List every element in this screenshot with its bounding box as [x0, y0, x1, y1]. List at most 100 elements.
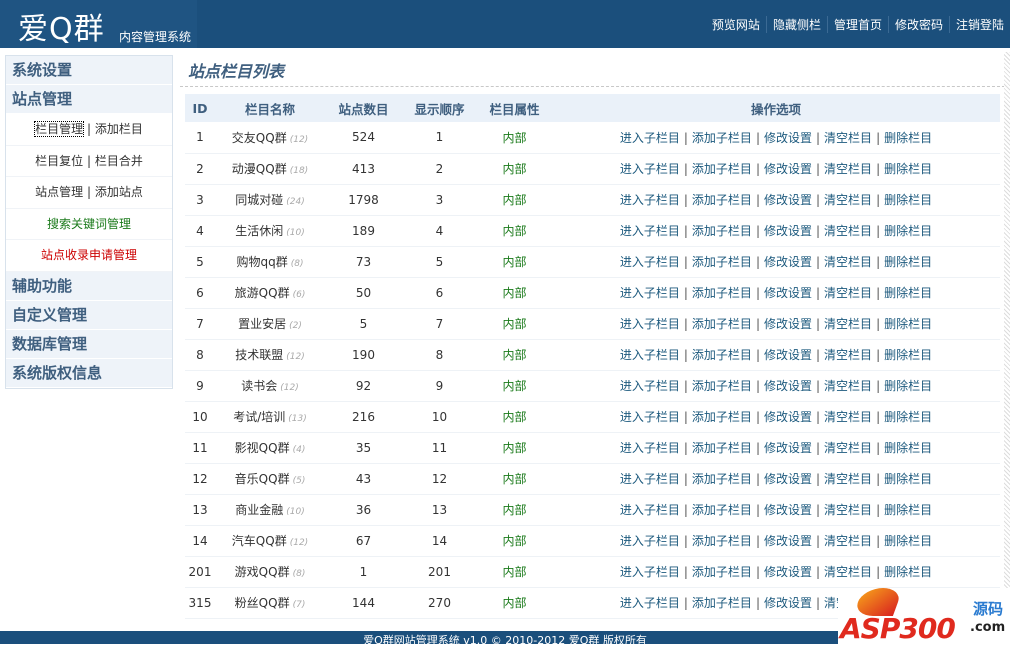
- enter-subcolumn-link[interactable]: 进入子栏目: [620, 317, 680, 331]
- sidebar-link-column-management[interactable]: 栏目管理: [34, 121, 85, 137]
- add-subcolumn-link[interactable]: 添加子栏目: [692, 348, 752, 362]
- add-subcolumn-link[interactable]: 添加子栏目: [692, 255, 752, 269]
- add-subcolumn-link[interactable]: 添加子栏目: [692, 193, 752, 207]
- clear-column-link[interactable]: 清空栏目: [824, 317, 872, 331]
- add-subcolumn-link[interactable]: 添加子栏目: [692, 162, 752, 176]
- enter-subcolumn-link[interactable]: 进入子栏目: [620, 348, 680, 362]
- sidebar-link-keyword-management[interactable]: 搜索关键词管理: [47, 217, 131, 231]
- add-subcolumn-link[interactable]: 添加子栏目: [692, 286, 752, 300]
- add-subcolumn-link[interactable]: 添加子栏目: [692, 317, 752, 331]
- add-subcolumn-link[interactable]: 添加子栏目: [692, 534, 752, 548]
- clear-column-link[interactable]: 清空栏目: [824, 224, 872, 238]
- enter-subcolumn-link[interactable]: 进入子栏目: [620, 131, 680, 145]
- sidebar-link-site-management[interactable]: 站点管理: [35, 185, 83, 199]
- delete-column-link[interactable]: 删除栏目: [884, 348, 932, 362]
- delete-column-link[interactable]: 删除栏目: [884, 472, 932, 486]
- enter-subcolumn-link[interactable]: 进入子栏目: [620, 472, 680, 486]
- delete-column-link[interactable]: 删除栏目: [884, 286, 932, 300]
- clear-column-link[interactable]: 清空栏目: [824, 441, 872, 455]
- delete-column-link[interactable]: 删除栏目: [884, 379, 932, 393]
- edit-settings-link[interactable]: 修改设置: [764, 193, 812, 207]
- edit-settings-link[interactable]: 修改设置: [764, 596, 812, 610]
- add-subcolumn-link[interactable]: 添加子栏目: [692, 503, 752, 517]
- add-subcolumn-link[interactable]: 添加子栏目: [692, 596, 752, 610]
- edit-settings-link[interactable]: 修改设置: [764, 441, 812, 455]
- sidebar-section-aux[interactable]: 辅助功能: [6, 271, 172, 301]
- delete-column-link[interactable]: 删除栏目: [884, 131, 932, 145]
- delete-column-link[interactable]: 删除栏目: [884, 193, 932, 207]
- add-subcolumn-link[interactable]: 添加子栏目: [692, 131, 752, 145]
- nav-logout[interactable]: 注销登陆: [948, 16, 1010, 33]
- enter-subcolumn-link[interactable]: 进入子栏目: [620, 255, 680, 269]
- clear-column-link[interactable]: 清空栏目: [824, 255, 872, 269]
- edit-settings-link[interactable]: 修改设置: [764, 131, 812, 145]
- clear-column-link[interactable]: 清空栏目: [824, 534, 872, 548]
- edit-settings-link[interactable]: 修改设置: [764, 503, 812, 517]
- nav-hide-sidebar[interactable]: 隐藏侧栏: [765, 16, 827, 33]
- sidebar-section-system-settings[interactable]: 系统设置: [6, 56, 172, 85]
- delete-column-link[interactable]: 删除栏目: [884, 255, 932, 269]
- enter-subcolumn-link[interactable]: 进入子栏目: [620, 193, 680, 207]
- clear-column-link[interactable]: 清空栏目: [824, 348, 872, 362]
- clear-column-link[interactable]: 清空栏目: [824, 286, 872, 300]
- add-subcolumn-link[interactable]: 添加子栏目: [692, 441, 752, 455]
- clear-column-link[interactable]: 清空栏目: [824, 565, 872, 579]
- edit-settings-link[interactable]: 修改设置: [764, 255, 812, 269]
- add-subcolumn-link[interactable]: 添加子栏目: [692, 410, 752, 424]
- clear-column-link[interactable]: 清空栏目: [824, 131, 872, 145]
- delete-column-link[interactable]: 删除栏目: [884, 410, 932, 424]
- sidebar-link-add-column[interactable]: 添加栏目: [95, 122, 143, 136]
- sidebar-link-apply-management[interactable]: 站点收录申请管理: [41, 248, 137, 262]
- enter-subcolumn-link[interactable]: 进入子栏目: [620, 162, 680, 176]
- edit-settings-link[interactable]: 修改设置: [764, 162, 812, 176]
- sidebar-section-site-management[interactable]: 站点管理: [6, 85, 172, 114]
- edit-settings-link[interactable]: 修改设置: [764, 410, 812, 424]
- sidebar-link-add-site[interactable]: 添加站点: [95, 185, 143, 199]
- enter-subcolumn-link[interactable]: 进入子栏目: [620, 534, 680, 548]
- delete-column-link[interactable]: 删除栏目: [884, 224, 932, 238]
- enter-subcolumn-link[interactable]: 进入子栏目: [620, 503, 680, 517]
- scrollbar[interactable]: [1004, 52, 1010, 632]
- nav-preview-site[interactable]: 预览网站: [706, 16, 766, 33]
- cell-order: 13: [402, 494, 477, 526]
- add-subcolumn-link[interactable]: 添加子栏目: [692, 379, 752, 393]
- clear-column-link[interactable]: 清空栏目: [824, 379, 872, 393]
- enter-subcolumn-link[interactable]: 进入子栏目: [620, 224, 680, 238]
- clear-column-link[interactable]: 清空栏目: [824, 410, 872, 424]
- enter-subcolumn-link[interactable]: 进入子栏目: [620, 410, 680, 424]
- nav-change-password[interactable]: 修改密码: [887, 16, 949, 33]
- add-subcolumn-link[interactable]: 添加子栏目: [692, 565, 752, 579]
- delete-column-link[interactable]: 删除栏目: [884, 534, 932, 548]
- sidebar-section-copyright[interactable]: 系统版权信息: [6, 358, 172, 388]
- edit-settings-link[interactable]: 修改设置: [764, 348, 812, 362]
- delete-column-link[interactable]: 删除栏目: [884, 503, 932, 517]
- add-subcolumn-link[interactable]: 添加子栏目: [692, 472, 752, 486]
- sidebar-section-custom[interactable]: 自定义管理: [6, 300, 172, 330]
- clear-column-link[interactable]: 清空栏目: [824, 193, 872, 207]
- edit-settings-link[interactable]: 修改设置: [764, 317, 812, 331]
- enter-subcolumn-link[interactable]: 进入子栏目: [620, 565, 680, 579]
- clear-column-link[interactable]: 清空栏目: [824, 503, 872, 517]
- clear-column-link[interactable]: 清空栏目: [824, 162, 872, 176]
- edit-settings-link[interactable]: 修改设置: [764, 379, 812, 393]
- edit-settings-link[interactable]: 修改设置: [764, 472, 812, 486]
- sidebar-section-database[interactable]: 数据库管理: [6, 329, 172, 359]
- table-row: 10 考试/培训 (13) 216 10 内部 进入子栏目 | 添加子栏目 | 修改设置 |…: [185, 401, 1000, 433]
- enter-subcolumn-link[interactable]: 进入子栏目: [620, 379, 680, 393]
- edit-settings-link[interactable]: 修改设置: [764, 286, 812, 300]
- delete-column-link[interactable]: 删除栏目: [884, 162, 932, 176]
- clear-column-link[interactable]: 清空栏目: [824, 472, 872, 486]
- delete-column-link[interactable]: 删除栏目: [884, 565, 932, 579]
- sidebar-link-column-reset[interactable]: 栏目复位: [35, 154, 83, 168]
- enter-subcolumn-link[interactable]: 进入子栏目: [620, 596, 680, 610]
- edit-settings-link[interactable]: 修改设置: [764, 534, 812, 548]
- edit-settings-link[interactable]: 修改设置: [764, 565, 812, 579]
- delete-column-link[interactable]: 删除栏目: [884, 317, 932, 331]
- enter-subcolumn-link[interactable]: 进入子栏目: [620, 286, 680, 300]
- edit-settings-link[interactable]: 修改设置: [764, 224, 812, 238]
- enter-subcolumn-link[interactable]: 进入子栏目: [620, 441, 680, 455]
- add-subcolumn-link[interactable]: 添加子栏目: [692, 224, 752, 238]
- delete-column-link[interactable]: 删除栏目: [884, 441, 932, 455]
- nav-admin-home[interactable]: 管理首页: [826, 16, 888, 33]
- sidebar-link-column-merge[interactable]: 栏目合并: [95, 154, 143, 168]
